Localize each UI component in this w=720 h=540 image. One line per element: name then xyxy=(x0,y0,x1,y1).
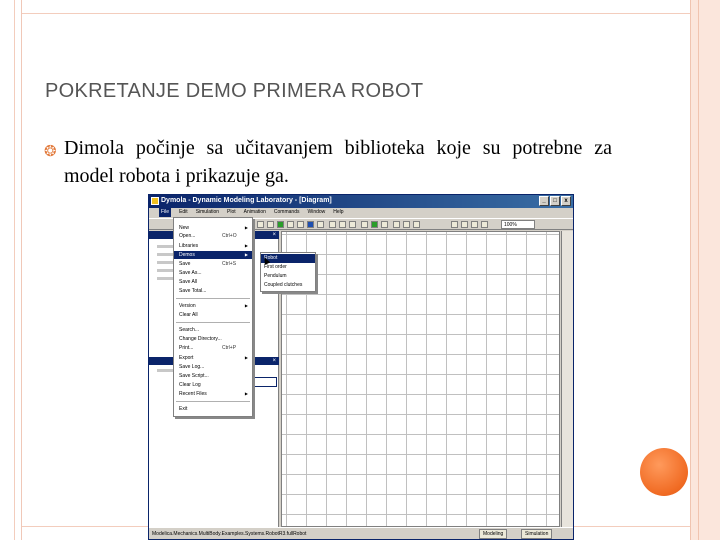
toolbar-open-icon[interactable] xyxy=(257,221,264,228)
slide-frame-right-line xyxy=(698,0,699,540)
app-icon xyxy=(151,197,159,205)
close-icon[interactable]: × xyxy=(272,357,276,365)
submenu-item-coupled-clutches[interactable]: Coupled clutches xyxy=(261,281,315,290)
menu-item-save-total[interactable]: Save Total... xyxy=(174,287,252,295)
menu-item-new[interactable]: New ▶ xyxy=(174,224,252,232)
menu-item-clear-log[interactable]: Clear Log xyxy=(174,381,252,389)
slide-frame-left-line xyxy=(14,0,15,540)
menu-plot[interactable]: Plot xyxy=(227,208,236,217)
slide-frame-left xyxy=(0,0,22,540)
toolbar-check-icon[interactable] xyxy=(371,221,378,228)
submenu-item-first-order[interactable]: First order xyxy=(261,263,315,272)
toolbar-text-layer-icon[interactable] xyxy=(413,221,420,228)
bullet-icon: ❂ xyxy=(44,143,57,160)
toolbar-select-icon[interactable] xyxy=(339,221,346,228)
tab-modeling[interactable]: Modeling xyxy=(479,529,508,539)
toolbar-undo-icon[interactable] xyxy=(267,221,274,228)
toolbar-diagram-layer-icon[interactable] xyxy=(461,221,468,228)
menu-separator xyxy=(176,322,250,323)
menu-item-save-as[interactable]: Save As... xyxy=(174,269,252,277)
menu-item-version[interactable]: Version ▶ xyxy=(174,302,252,310)
toolbar-info-icon[interactable] xyxy=(381,221,388,228)
menu-item-exit[interactable]: Exit xyxy=(174,405,252,413)
toolbar-icon-layer-icon[interactable] xyxy=(451,221,458,228)
menu-item-export[interactable]: Export ▶ xyxy=(174,354,252,362)
file-menu-dropdown: New ▶ Open... Ctrl+O Libraries ▶ Demos ▶ Sav… xyxy=(173,217,253,417)
menu-item-save-log[interactable]: Save Log... xyxy=(174,363,252,371)
menu-item-print[interactable]: Print... Ctrl+P xyxy=(174,344,252,352)
minimize-button[interactable]: _ xyxy=(539,196,549,206)
decorative-orange-circle xyxy=(640,448,688,496)
status-text: Modelica.Mechanics.MultiBody.Examples.Sy… xyxy=(152,531,307,537)
slide-title: POKRETANJE DEMO PRIMERA ROBOT xyxy=(45,80,424,102)
menu-item-save-all[interactable]: Save All xyxy=(174,278,252,286)
close-button[interactable]: x xyxy=(561,196,571,206)
menu-item-libraries[interactable]: Libraries ▶ xyxy=(174,242,252,250)
toolbar-line-icon[interactable] xyxy=(317,221,324,228)
menu-item-recent-files[interactable]: Recent Files ▶ xyxy=(174,390,252,398)
dymola-window: Dymola - Dynamic Modeling Laboratory - [… xyxy=(148,194,574,540)
component-input[interactable] xyxy=(253,377,277,387)
slide-frame-right xyxy=(690,0,720,540)
maximize-button[interactable]: □ xyxy=(550,196,560,206)
menu-item-open[interactable]: Open... Ctrl+O xyxy=(174,232,252,240)
toolbar-fill-icon[interactable] xyxy=(307,221,314,228)
toolbar-rectangle-icon[interactable] xyxy=(297,221,304,228)
close-icon[interactable]: × xyxy=(272,231,276,239)
tab-simulation[interactable]: Simulation xyxy=(521,529,553,539)
menu-separator xyxy=(176,401,250,402)
toolbar-zoom-icon[interactable] xyxy=(349,221,356,228)
menu-help[interactable]: Help xyxy=(333,208,343,217)
menu-animation[interactable]: Animation xyxy=(244,208,266,217)
window-titlebar: Dymola - Dynamic Modeling Laboratory - [… xyxy=(149,195,573,208)
menu-item-save[interactable]: Save Ctrl+S xyxy=(174,260,252,268)
status-bar: Modelica.Mechanics.MultiBody.Examples.Sy… xyxy=(149,527,573,539)
menu-item-search[interactable]: Search... xyxy=(174,326,252,334)
toolbar-arrow-icon[interactable] xyxy=(329,221,336,228)
menu-bar: File Edit Simulation Plot Animation Comm… xyxy=(149,208,573,217)
menu-item-demos[interactable]: Demos ▶ xyxy=(174,251,252,259)
menu-item-save-script[interactable]: Save Script... xyxy=(174,372,252,380)
menu-separator xyxy=(176,298,250,299)
menu-item-clear-all[interactable]: Clear All xyxy=(174,311,252,319)
toolbar-doc-layer-icon[interactable] xyxy=(471,221,478,228)
menu-window[interactable]: Window xyxy=(307,208,325,217)
zoom-select[interactable]: 100% xyxy=(501,220,535,229)
toolbar-color-icon[interactable] xyxy=(277,221,284,228)
menu-file[interactable]: File xyxy=(159,208,172,217)
toolbar-diagram-icon[interactable] xyxy=(403,221,410,228)
toolbar-layer-icon[interactable] xyxy=(393,221,400,228)
submenu-item-pendulum[interactable]: Pendulum xyxy=(261,272,315,281)
vertical-scrollbar[interactable] xyxy=(561,231,573,527)
toolbar-text-icon[interactable] xyxy=(287,221,294,228)
slide-body-text: Dimola počinje sa učitavanjem biblioteka… xyxy=(64,137,612,187)
menu-edit[interactable]: Edit xyxy=(179,208,188,217)
menu-item-change-directory[interactable]: Change Directory... xyxy=(174,335,252,343)
toolbar-grid-icon[interactable] xyxy=(361,221,368,228)
diagram-canvas[interactable] xyxy=(281,231,560,527)
menu-simulation[interactable]: Simulation xyxy=(196,208,219,217)
slide-frame-top xyxy=(22,0,690,14)
toolbar-modelica-layer-icon[interactable] xyxy=(481,221,488,228)
menu-commands[interactable]: Commands xyxy=(274,208,300,217)
window-title: Dymola - Dynamic Modeling Laboratory - [… xyxy=(161,197,332,204)
